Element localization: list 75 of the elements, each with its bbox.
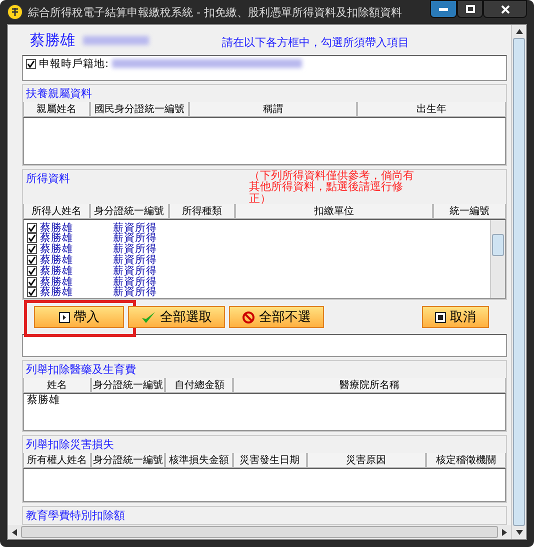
table-cell-text: 薪資所得 [113,254,158,266]
maximize-icon [466,5,474,13]
action-button[interactable]: 全部不選 [229,306,324,328]
vertical-scrollbar[interactable] [511,25,526,539]
stop-icon [435,312,446,323]
action-button[interactable]: 取消 [422,306,489,328]
column-header[interactable]: 所得種類 [168,204,236,220]
close-icon [500,4,510,14]
column-header[interactable]: 災害原因 [306,453,426,468]
address-label: 申報時戶籍地: [39,56,109,70]
column-header[interactable]: 所有權人姓名 [23,453,91,468]
section-title: 扶養親屬資料 [25,86,93,102]
checkbox[interactable] [27,276,37,287]
scroll-left-icon[interactable] [12,528,17,536]
table-cell-text: 薪資所得 [113,220,158,234]
checkbox[interactable] [27,244,37,254]
maximize-button[interactable] [457,0,483,18]
table-cell-text: 蔡勝雄 [40,254,74,266]
column-header[interactable]: 身分證統一編號 [90,378,166,393]
column-header[interactable]: 國民身分證統一編號 [90,102,189,117]
table-cell-text: 蔡勝雄 [40,242,74,256]
checkbox[interactable] [27,222,37,233]
action-button[interactable]: 帶入 [34,306,124,328]
close-button[interactable] [483,0,527,18]
instruction-text: 請在以下各方框中，勾選所須帶入項目 [222,35,409,50]
table-cell-text: 蔡勝雄 [40,232,74,244]
checkbox[interactable] [27,255,37,266]
table-cell-text: 薪資所得 [113,243,158,256]
column-header[interactable]: 身分證統一編號 [90,204,169,220]
column-header[interactable]: 親屬姓名 [23,102,90,117]
app-logo-icon [7,4,23,20]
column-header[interactable]: 自付總金額 [165,378,234,393]
checkbox[interactable] [27,266,37,276]
taxpayer-name: 蔡勝雄 [30,31,75,50]
minimize-icon [439,8,448,10]
action-button[interactable]: 全部選取 [128,306,225,328]
prohibit-icon [242,310,255,324]
section-title: 所得資料 [25,170,71,187]
note-text: （下列所得資料僅供參考，倘尚有其他所得資料，點選後請逕行修正） [249,170,414,204]
check-icon [141,310,156,324]
table-cell-text: 薪資所得 [113,286,158,300]
section-title: 教育學費特別扣除額 [25,508,126,524]
column-header[interactable]: 災害發生日期 [232,453,307,468]
scrollbar[interactable] [490,220,505,298]
minimize-button[interactable] [430,0,457,18]
checkbox[interactable] [26,58,36,68]
column-header[interactable]: 統一編號 [433,204,506,220]
section-title: 列舉扣除醫藥及生育費 [25,362,137,378]
table-cell-text: 蔡勝雄 [40,220,74,234]
column-header[interactable]: 稱謂 [188,102,357,117]
scroll-up-icon[interactable] [516,29,522,34]
table-cell-text: 蔡勝雄 [40,264,74,277]
column-header[interactable]: 姓名 [23,378,91,393]
table-cell-text: 蔡勝雄 [40,276,74,288]
column-header[interactable]: 出生年 [356,102,506,117]
column-header[interactable]: 醫療院所名稱 [233,378,506,393]
checkbox[interactable] [27,287,37,298]
table-cell-text: 薪資所得 [113,276,158,288]
blurred-text [83,36,149,45]
column-header[interactable]: 扣繳單位 [235,204,434,220]
scroll-down-icon[interactable] [516,530,522,535]
scroll-right-icon[interactable] [502,528,507,536]
column-header[interactable]: 所得人姓名 [23,204,90,220]
column-header[interactable]: 核準損失金額 [164,453,233,468]
table-cell-text: 薪資所得 [113,264,158,277]
table-cell-text: 薪資所得 [113,232,158,244]
horizontal-scrollbar[interactable] [8,525,511,539]
section-title: 列舉扣除災害損失 [25,437,115,453]
play-icon [58,312,70,323]
column-header[interactable]: 身分證統一編號 [90,453,165,468]
column-header[interactable]: 核定稽徵機關 [426,453,506,468]
window-title: 綜合所得稅電子結算申報繳稅系統 - 扣免繳、股利憑單所得資料及扣除額資料 [28,4,402,20]
checkbox[interactable] [27,233,37,244]
table-cell: 蔡勝雄 [27,393,60,407]
table-cell-text: 蔡勝雄 [40,286,74,300]
